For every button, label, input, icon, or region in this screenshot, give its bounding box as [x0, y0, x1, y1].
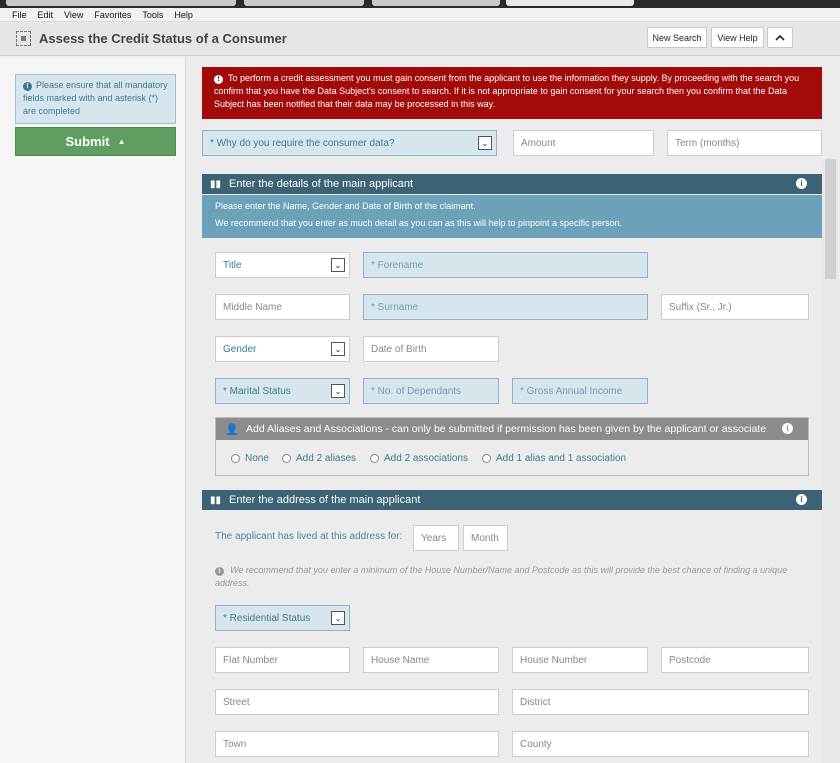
radio-label: Add 2 associations [384, 453, 468, 464]
browser-tab[interactable] [6, 0, 236, 6]
county-input[interactable]: County [512, 731, 809, 757]
browser-tab[interactable] [244, 0, 364, 6]
purpose-select-value: * Why do you require the consumer data? [210, 137, 395, 149]
house-number-input[interactable]: House Number [512, 647, 648, 673]
flat-number-input[interactable]: Flat Number [215, 647, 350, 673]
browser-menu-bar: File Edit View Favorites Tools Help [0, 8, 840, 22]
month-input[interactable]: Month [463, 525, 508, 551]
district-input[interactable]: District [512, 689, 809, 715]
chevron-down-icon: ⌄ [331, 258, 345, 272]
address-section-header: ▮▮ Enter the address of the main applica… [202, 490, 822, 510]
info-icon[interactable]: i [796, 494, 807, 505]
forename-input[interactable]: * Forename [363, 252, 648, 278]
town-input[interactable]: Town [215, 731, 499, 757]
residential-status-select[interactable]: * Residential Status ⌄ [215, 605, 350, 631]
menu-file[interactable]: File [12, 10, 27, 20]
marital-status-select[interactable]: * Marital Status ⌄ [215, 378, 350, 404]
amount-input[interactable]: Amount [513, 130, 654, 156]
info-icon: i [215, 567, 224, 576]
address-hint: i We recommend that you enter a minimum o… [215, 564, 815, 590]
applicant-section-header: ▮▮ Enter the details of the main applica… [202, 174, 822, 194]
menu-view[interactable]: View [64, 10, 83, 20]
chevron-up-icon [775, 34, 785, 41]
radio-circle [482, 454, 491, 463]
consent-alert-text: To perform a credit assessment you must … [214, 73, 800, 109]
menu-tools[interactable]: Tools [142, 10, 163, 20]
residential-status-value: * Residential Status [223, 612, 311, 624]
vertical-scrollbar[interactable] [823, 159, 838, 763]
suffix-input[interactable]: Suffix (Sr., Jr.) [661, 294, 809, 320]
page-header: Assess the Credit Status of a Consumer N… [0, 23, 840, 56]
marital-status-value: * Marital Status [223, 385, 291, 397]
person-icon: 👤 [225, 423, 239, 436]
submit-label: Submit [65, 134, 110, 149]
caret-up-icon: ▲ [117, 137, 126, 146]
title-select[interactable]: Title ⌄ [215, 252, 350, 278]
middle-name-input[interactable]: Middle Name [215, 294, 350, 320]
aliases-header: 👤 Add Aliases and Associations - can onl… [216, 418, 808, 440]
scrollbar-thumb[interactable] [825, 159, 836, 279]
house-name-input[interactable]: House Name [363, 647, 499, 673]
applicant-instruction-1: Please enter the Name, Gender and Date o… [215, 201, 476, 211]
chevron-down-icon: ⌄ [331, 611, 345, 625]
address-section-title: Enter the address of the main applicant [229, 494, 421, 506]
street-input[interactable]: Street [215, 689, 499, 715]
mandatory-notice: ! Please ensure that all mandatory fields… [15, 74, 176, 124]
page-title: Assess the Credit Status of a Consumer [39, 31, 287, 46]
radio-circle [370, 454, 379, 463]
radio-2-associations[interactable]: Add 2 associations [370, 453, 468, 464]
browser-tab-active[interactable] [506, 0, 634, 6]
new-search-button[interactable]: New Search [647, 27, 707, 48]
gender-select[interactable]: Gender ⌄ [215, 336, 350, 362]
collapse-button[interactable] [767, 27, 793, 48]
alert-icon: ! [214, 75, 223, 84]
aliases-panel: 👤 Add Aliases and Associations - can onl… [215, 417, 809, 476]
radio-2-aliases[interactable]: Add 2 aliases [282, 453, 356, 464]
address-hint-text: We recommend that you enter a minimum of… [215, 565, 788, 588]
applicant-section-title: Enter the details of the main applicant [229, 178, 414, 190]
chevron-down-icon: ⌄ [478, 136, 492, 150]
gender-select-value: Gender [223, 343, 257, 355]
applicant-instruction-2: We recommend that you enter as much deta… [215, 218, 623, 228]
years-input[interactable]: Years [413, 525, 459, 551]
info-icon[interactable]: i [796, 178, 807, 189]
app-grid-icon [16, 31, 31, 46]
radio-circle [231, 454, 240, 463]
income-input[interactable]: * Gross Annual Income [512, 378, 648, 404]
applicant-instructions: Please enter the Name, Gender and Date o… [202, 195, 822, 238]
menu-edit[interactable]: Edit [38, 10, 54, 20]
browser-tab-strip [0, 0, 840, 8]
main-content: ! To perform a credit assessment you must… [187, 57, 840, 763]
submit-button[interactable]: Submit ▲ [15, 127, 176, 156]
mandatory-notice-text: Please ensure that all mandatory fields … [23, 80, 168, 116]
radio-label: Add 2 aliases [296, 453, 357, 464]
menu-help[interactable]: Help [174, 10, 193, 20]
dob-input[interactable]: Date of Birth [363, 336, 499, 362]
menu-favorites[interactable]: Favorites [94, 10, 131, 20]
radio-label: None [245, 453, 269, 464]
document-icon: ▮▮ [210, 494, 222, 506]
radio-circle [282, 454, 291, 463]
radio-1-alias-1-association[interactable]: Add 1 alias and 1 association [482, 453, 626, 464]
surname-input[interactable]: * Surname [363, 294, 648, 320]
lived-label: The applicant has lived at this address … [215, 531, 403, 542]
info-icon: ! [23, 82, 32, 91]
consent-alert: ! To perform a credit assessment you must… [202, 67, 822, 119]
purpose-select[interactable]: * Why do you require the consumer data? … [202, 130, 497, 156]
title-select-value: Title [223, 259, 242, 271]
left-panel: ! Please ensure that all mandatory fields… [0, 57, 186, 763]
term-input[interactable]: Term (months) [667, 130, 822, 156]
chevron-down-icon: ⌄ [331, 384, 345, 398]
radio-label: Add 1 alias and 1 association [496, 453, 627, 464]
view-help-button[interactable]: View Help [711, 27, 764, 48]
browser-tab[interactable] [372, 0, 500, 6]
dependants-input[interactable]: * No. of Dependants [363, 378, 499, 404]
postcode-input[interactable]: Postcode [661, 647, 809, 673]
info-icon[interactable]: i [782, 423, 793, 434]
chevron-down-icon: ⌄ [331, 342, 345, 356]
radio-none[interactable]: None [231, 453, 269, 464]
document-icon: ▮▮ [210, 178, 222, 190]
aliases-title: Add Aliases and Associations - can only … [246, 423, 767, 435]
